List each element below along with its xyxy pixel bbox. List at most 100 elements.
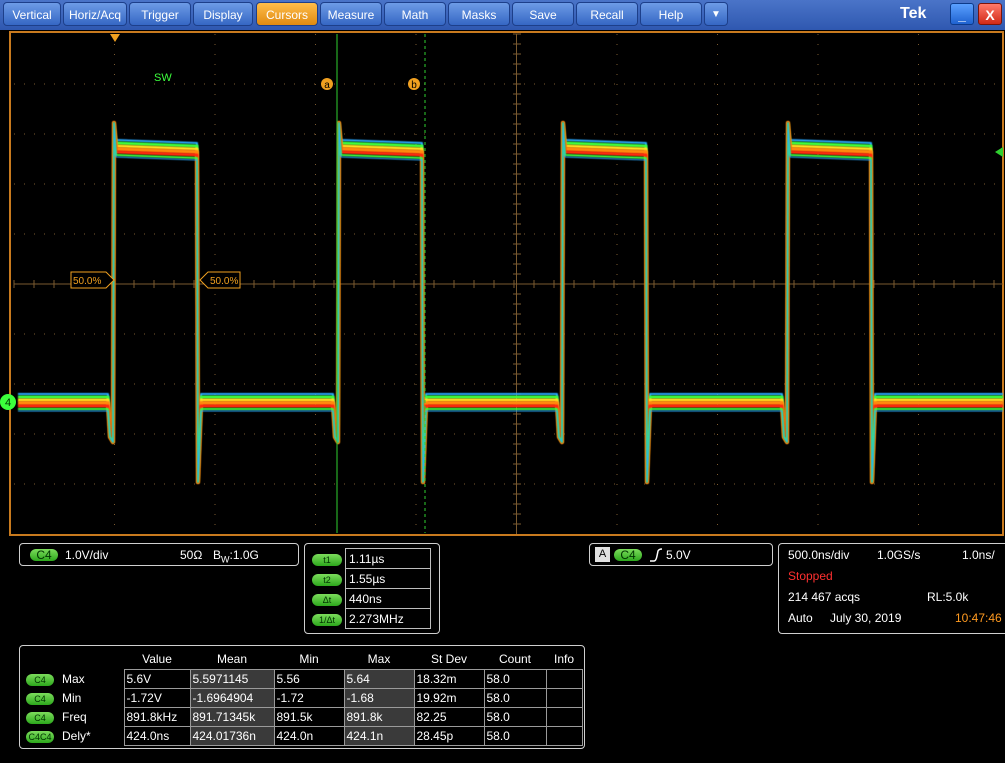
trigger-panel[interactable]: A C4 5.0V — [589, 543, 773, 566]
cursor-row: Δt 440ns — [309, 588, 431, 609]
input-impedance: 50Ω — [180, 548, 203, 562]
measurement-name: Min — [62, 691, 82, 705]
measurement-cell: 58.0 — [483, 688, 547, 708]
cursor-readout-table: t1 1.11µs t2 1.55µs Δt 440ns 1/Δt 2.273M… — [309, 548, 431, 629]
ref-level-left-label: 50.0% — [73, 276, 101, 287]
menu-trigger[interactable]: Trigger — [129, 2, 191, 26]
measurement-cell: 18.32m — [413, 669, 485, 689]
measurement-cell: 891.71345k — [189, 707, 275, 727]
column-header: St Dev — [430, 652, 467, 666]
measurement-cell: 891.8k — [343, 707, 415, 727]
menu-measure[interactable]: Measure — [320, 2, 382, 26]
measurement-cell: -1.72V — [123, 688, 191, 708]
menu-bar: Vertical Horiz/Acq Trigger Display Curso… — [0, 0, 1005, 30]
cursor-row: t2 1.55µs — [309, 568, 431, 589]
column-header: Max — [367, 652, 391, 666]
cursor-value: 1.55µs — [345, 568, 431, 589]
cursor-label-badge: t2 — [312, 573, 342, 586]
measurement-cell: -1.72 — [273, 688, 345, 708]
cursor-label-badge: 1/Δt — [312, 613, 342, 626]
measurement-cell: 82.25 — [413, 707, 485, 727]
measurement-cell: -1.68 — [343, 688, 415, 708]
menu-more-icon[interactable]: ▼ — [704, 2, 728, 26]
measurement-cell: 424.0ns — [123, 726, 191, 746]
acquisition-panel[interactable]: 500.0ns/div 1.0GS/s 1.0ns/ Stopped 214 4… — [778, 543, 1005, 634]
column-header: Min — [299, 652, 319, 666]
measurement-header-row: Value Mean Min Max St Dev Count Info — [24, 649, 582, 670]
channel-badge: C4 — [30, 549, 58, 561]
column-header: Value — [142, 652, 172, 666]
cursor-row: 1/Δt 2.273MHz — [309, 608, 431, 629]
cursor-row: t1 1.11µs — [309, 548, 431, 569]
menu-masks[interactable]: Masks — [448, 2, 510, 26]
menu-math[interactable]: Math — [384, 2, 446, 26]
measurement-source-badge: C4C4 — [26, 731, 54, 743]
menu-horiz-acq[interactable]: Horiz/Acq — [63, 2, 127, 26]
acquisition-status: Stopped — [788, 569, 833, 583]
measurement-source-badge: C4 — [26, 712, 54, 724]
time-resolution: 1.0ns/ — [962, 548, 995, 562]
menu-display[interactable]: Display — [193, 2, 253, 26]
column-header: Info — [553, 652, 574, 666]
trigger-mode-badge: A — [595, 547, 610, 562]
menu-help[interactable]: Help — [640, 2, 702, 26]
measurement-cell — [545, 726, 583, 746]
measurement-cell: 58.0 — [483, 726, 547, 746]
menu-cursors[interactable]: Cursors — [256, 2, 318, 26]
waveform-display[interactable]: a b SW 50.0% 50.0% 4 — [0, 30, 1005, 540]
measurement-cell: 891.5k — [273, 707, 345, 727]
measurement-cell: 5.6V — [123, 669, 191, 689]
channel-settings-panel[interactable]: C4 1.0V/div 50Ω BW:1.0G — [19, 543, 299, 566]
acquisition-date: July 30, 2019 — [830, 611, 902, 625]
measurement-cell — [545, 707, 583, 727]
measurement-row[interactable]: C4C4 Dely* 424.0ns 424.01736n 424.0n 424… — [24, 726, 583, 746]
measurement-cell: 424.0n — [273, 726, 345, 746]
cursor-label-badge: t1 — [312, 553, 342, 566]
minimize-button[interactable]: _ — [950, 3, 974, 25]
measurement-cell — [545, 669, 583, 689]
measurement-row[interactable]: C4 Max 5.6V 5.5971145 5.56 5.64 18.32m 5… — [24, 669, 583, 689]
channel-4-marker-label: 4 — [5, 397, 11, 409]
brand-logo: Tek — [900, 5, 927, 22]
cursor-value: 1.11µs — [345, 548, 431, 569]
timebase: 500.0ns/div — [788, 548, 850, 562]
bandwidth-limit: BW:1.0G — [213, 548, 259, 565]
acquisition-time: 10:47:46 — [955, 611, 1002, 625]
measurement-cell: 891.8kHz — [123, 707, 191, 727]
column-header: Mean — [216, 652, 248, 666]
record-length: RL:5.0k — [927, 590, 969, 604]
measurement-cell: 58.0 — [483, 707, 547, 727]
cursor-label-badge: Δt — [312, 593, 342, 606]
menu-save[interactable]: Save — [512, 2, 574, 26]
column-header: Count — [498, 652, 532, 666]
measurement-cell — [545, 688, 583, 708]
vertical-scale: 1.0V/div — [65, 548, 109, 562]
measurement-name: Dely* — [62, 729, 91, 743]
measurement-row[interactable]: C4 Min -1.72V -1.6964904 -1.72 -1.68 19.… — [24, 688, 583, 708]
measurement-row[interactable]: C4 Freq 891.8kHz 891.71345k 891.5k 891.8… — [24, 707, 583, 727]
rising-edge-icon — [650, 548, 663, 562]
measurement-name: Freq — [62, 710, 87, 724]
cursor-value: 2.273MHz — [345, 608, 431, 629]
trigger-mode: Auto — [788, 611, 813, 625]
measurement-cell: 19.92m — [413, 688, 485, 708]
trace-label: SW — [154, 72, 172, 84]
measurement-source-badge: C4 — [26, 693, 54, 705]
menu-recall[interactable]: Recall — [576, 2, 638, 26]
cursor-a-label: a — [324, 80, 330, 91]
trigger-level: 5.0V — [666, 548, 691, 562]
close-button[interactable]: X — [978, 3, 1002, 25]
measurement-cell: 28.45p — [413, 726, 485, 746]
measurement-cell: 5.64 — [343, 669, 415, 689]
ref-level-right-label: 50.0% — [210, 276, 238, 287]
measurement-source-badge: C4 — [26, 674, 54, 686]
measurement-name: Max — [62, 672, 85, 686]
acquisition-count: 214 467 acqs — [788, 590, 861, 604]
sample-rate: 1.0GS/s — [877, 548, 921, 562]
measurement-cell: 424.01736n — [189, 726, 275, 746]
menu-vertical[interactable]: Vertical — [3, 2, 61, 26]
measurement-cell: 5.5971145 — [189, 669, 275, 689]
cursor-value: 440ns — [345, 588, 431, 609]
trigger-source-badge: C4 — [614, 549, 642, 561]
measurement-table: Value Mean Min Max St Dev Count Info C4 … — [24, 649, 583, 746]
